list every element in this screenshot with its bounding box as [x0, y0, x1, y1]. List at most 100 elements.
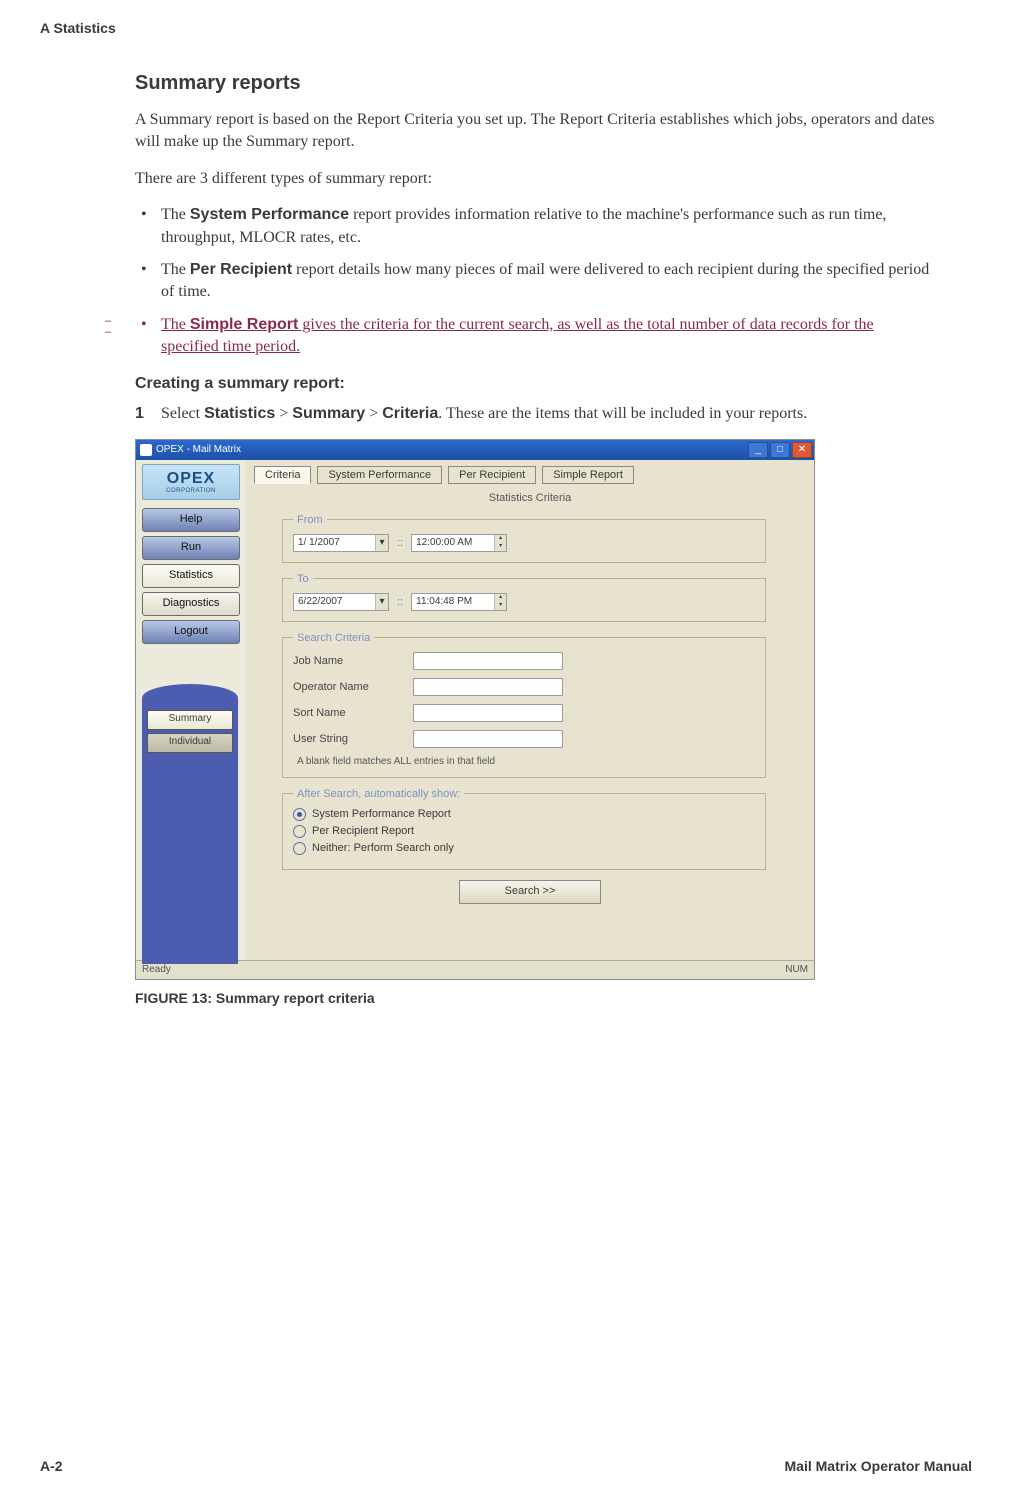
radio-label: System Performance Report	[312, 808, 451, 820]
logo-subtext: CORPORATION	[166, 488, 216, 494]
tab-per-recipient[interactable]: Per Recipient	[448, 466, 536, 484]
running-header: A Statistics	[40, 20, 116, 36]
bullet-system-performance: The System Performance report provides i…	[135, 204, 935, 249]
term: Simple Report	[190, 316, 298, 333]
intro-paragraph-2: There are 3 different types of summary r…	[135, 168, 935, 190]
from-time-input[interactable]: 12:00:00 AM ▴▾	[411, 534, 507, 552]
app-window: OPEX - Mail Matrix _ □ ✕ OPEX CORPORATIO…	[135, 439, 815, 980]
separator: ::	[397, 537, 403, 549]
bullet-list: The System Performance report provides i…	[135, 204, 935, 358]
step-1: 1 Select Statistics > Summary > Criteria…	[135, 403, 935, 425]
status-right: NUM	[785, 964, 808, 975]
window-title: OPEX - Mail Matrix	[156, 444, 241, 455]
search-legend: Search Criteria	[293, 632, 374, 644]
from-legend: From	[293, 514, 327, 526]
sidebar-diagnostics-button[interactable]: Diagnostics	[142, 592, 240, 616]
from-time-value: 12:00:00 AM	[416, 537, 472, 548]
main-content: Summary reports A Summary report is base…	[135, 60, 935, 1006]
bullet-simple-report: –– The Simple Report gives the criteria …	[135, 314, 935, 359]
panel-title: Statistics Criteria	[254, 492, 806, 504]
text: The	[161, 206, 190, 223]
sidebar-logout-button[interactable]: Logout	[142, 620, 240, 644]
to-date-input[interactable]: 6/22/2007 ▾	[293, 593, 389, 611]
text: . These are the items that will be inclu…	[438, 405, 807, 422]
step-number: 1	[135, 403, 144, 425]
spinner-icon[interactable]: ▴▾	[494, 594, 506, 610]
sidebar-individual-button[interactable]: Individual	[147, 733, 233, 753]
job-name-input[interactable]	[413, 652, 563, 670]
to-date-value: 6/22/2007	[298, 596, 343, 607]
text: The	[161, 261, 190, 278]
main-panel: Criteria System Performance Per Recipien…	[246, 460, 814, 960]
radio-neither[interactable]: Neither: Perform Search only	[293, 842, 755, 855]
radio-perrecip[interactable]: Per Recipient Report	[293, 825, 755, 838]
to-legend: To	[293, 573, 313, 585]
subheading: Creating a summary report:	[135, 375, 935, 393]
spinner-icon[interactable]: ▴▾	[494, 535, 506, 551]
to-time-input[interactable]: 11:04:48 PM ▴▾	[411, 593, 507, 611]
section-title: Summary reports	[135, 72, 935, 95]
search-button[interactable]: Search >>	[459, 880, 601, 904]
radio-icon	[293, 825, 306, 838]
chevron-down-icon[interactable]: ▾	[375, 594, 388, 610]
menu-path: Statistics	[204, 405, 275, 422]
term: System Performance	[190, 206, 349, 223]
radio-label: Neither: Perform Search only	[312, 842, 454, 854]
tab-criteria[interactable]: Criteria	[254, 466, 311, 484]
operator-name-label: Operator Name	[293, 681, 413, 693]
close-button[interactable]: ✕	[792, 442, 812, 458]
user-string-input[interactable]	[413, 730, 563, 748]
sidebar-run-button[interactable]: Run	[142, 536, 240, 560]
sidebar-help-button[interactable]: Help	[142, 508, 240, 532]
separator: ::	[397, 596, 403, 608]
menu-path: Summary	[292, 405, 365, 422]
sort-name-input[interactable]	[413, 704, 563, 722]
inserted-text: The Simple Report gives the criteria for…	[161, 316, 874, 355]
to-group: To 6/22/2007 ▾ :: 11:04:48 PM ▴▾	[282, 573, 766, 622]
tab-simple-report[interactable]: Simple Report	[542, 466, 634, 484]
minimize-button[interactable]: _	[748, 442, 768, 458]
job-name-label: Job Name	[293, 655, 413, 667]
after-search-group: After Search, automatically show: System…	[282, 788, 766, 870]
sort-name-label: Sort Name	[293, 707, 413, 719]
intro-paragraph-1: A Summary report is based on the Report …	[135, 109, 935, 154]
sep: >	[365, 405, 382, 422]
figure-caption: FIGURE 13: Summary report criteria	[135, 990, 815, 1006]
term: Per Recipient	[190, 261, 292, 278]
bullet-per-recipient: The Per Recipient report details how man…	[135, 259, 935, 304]
from-date-value: 1/ 1/2007	[298, 537, 340, 548]
window-titlebar: OPEX - Mail Matrix _ □ ✕	[136, 440, 814, 460]
tab-row: Criteria System Performance Per Recipien…	[254, 466, 806, 484]
radio-sysperf[interactable]: System Performance Report	[293, 808, 755, 821]
tab-system-performance[interactable]: System Performance	[317, 466, 442, 484]
page-number: A-2	[40, 1458, 63, 1474]
sep: >	[275, 405, 292, 422]
opex-logo: OPEX CORPORATION	[142, 464, 240, 500]
sidebar-summary-button[interactable]: Summary	[147, 710, 233, 730]
sidebar-statistics-button[interactable]: Statistics	[142, 564, 240, 588]
insert-marker-icon: ––	[105, 316, 111, 338]
page-footer: A-2 Mail Matrix Operator Manual	[40, 1458, 972, 1474]
sidebar-silo: Summary Individual	[142, 684, 238, 964]
operator-name-input[interactable]	[413, 678, 563, 696]
radio-icon	[293, 808, 306, 821]
logo-text: OPEX	[167, 470, 215, 488]
status-left: Ready	[142, 964, 171, 975]
app-icon	[140, 444, 152, 456]
step-list: 1 Select Statistics > Summary > Criteria…	[135, 403, 935, 425]
from-group: From 1/ 1/2007 ▾ :: 12:00:00 AM ▴▾	[282, 514, 766, 563]
search-hint: A blank field matches ALL entries in tha…	[297, 756, 755, 767]
to-time-value: 11:04:48 PM	[416, 596, 472, 607]
chevron-down-icon[interactable]: ▾	[375, 535, 388, 551]
manual-title: Mail Matrix Operator Manual	[785, 1458, 972, 1474]
radio-label: Per Recipient Report	[312, 825, 414, 837]
from-date-input[interactable]: 1/ 1/2007 ▾	[293, 534, 389, 552]
maximize-button[interactable]: □	[770, 442, 790, 458]
sidebar: OPEX CORPORATION Help Run Statistics Dia…	[136, 460, 246, 960]
user-string-label: User String	[293, 733, 413, 745]
text: Select	[161, 405, 204, 422]
radio-icon	[293, 842, 306, 855]
after-legend: After Search, automatically show:	[293, 788, 464, 800]
menu-path: Criteria	[382, 405, 438, 422]
figure-13: OPEX - Mail Matrix _ □ ✕ OPEX CORPORATIO…	[135, 439, 815, 1006]
